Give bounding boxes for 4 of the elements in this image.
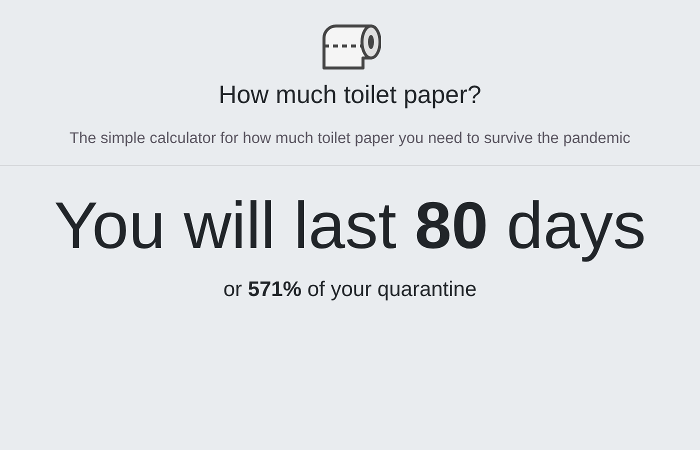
page-title: How much toilet paper?: [218, 80, 482, 111]
result-headline: You will last 80 days: [54, 186, 646, 264]
page-subtitle: The simple calculator for how much toilet paper you need to survive the pandemic: [70, 129, 630, 150]
result-detail: or 571% of your quarantine: [223, 277, 477, 303]
